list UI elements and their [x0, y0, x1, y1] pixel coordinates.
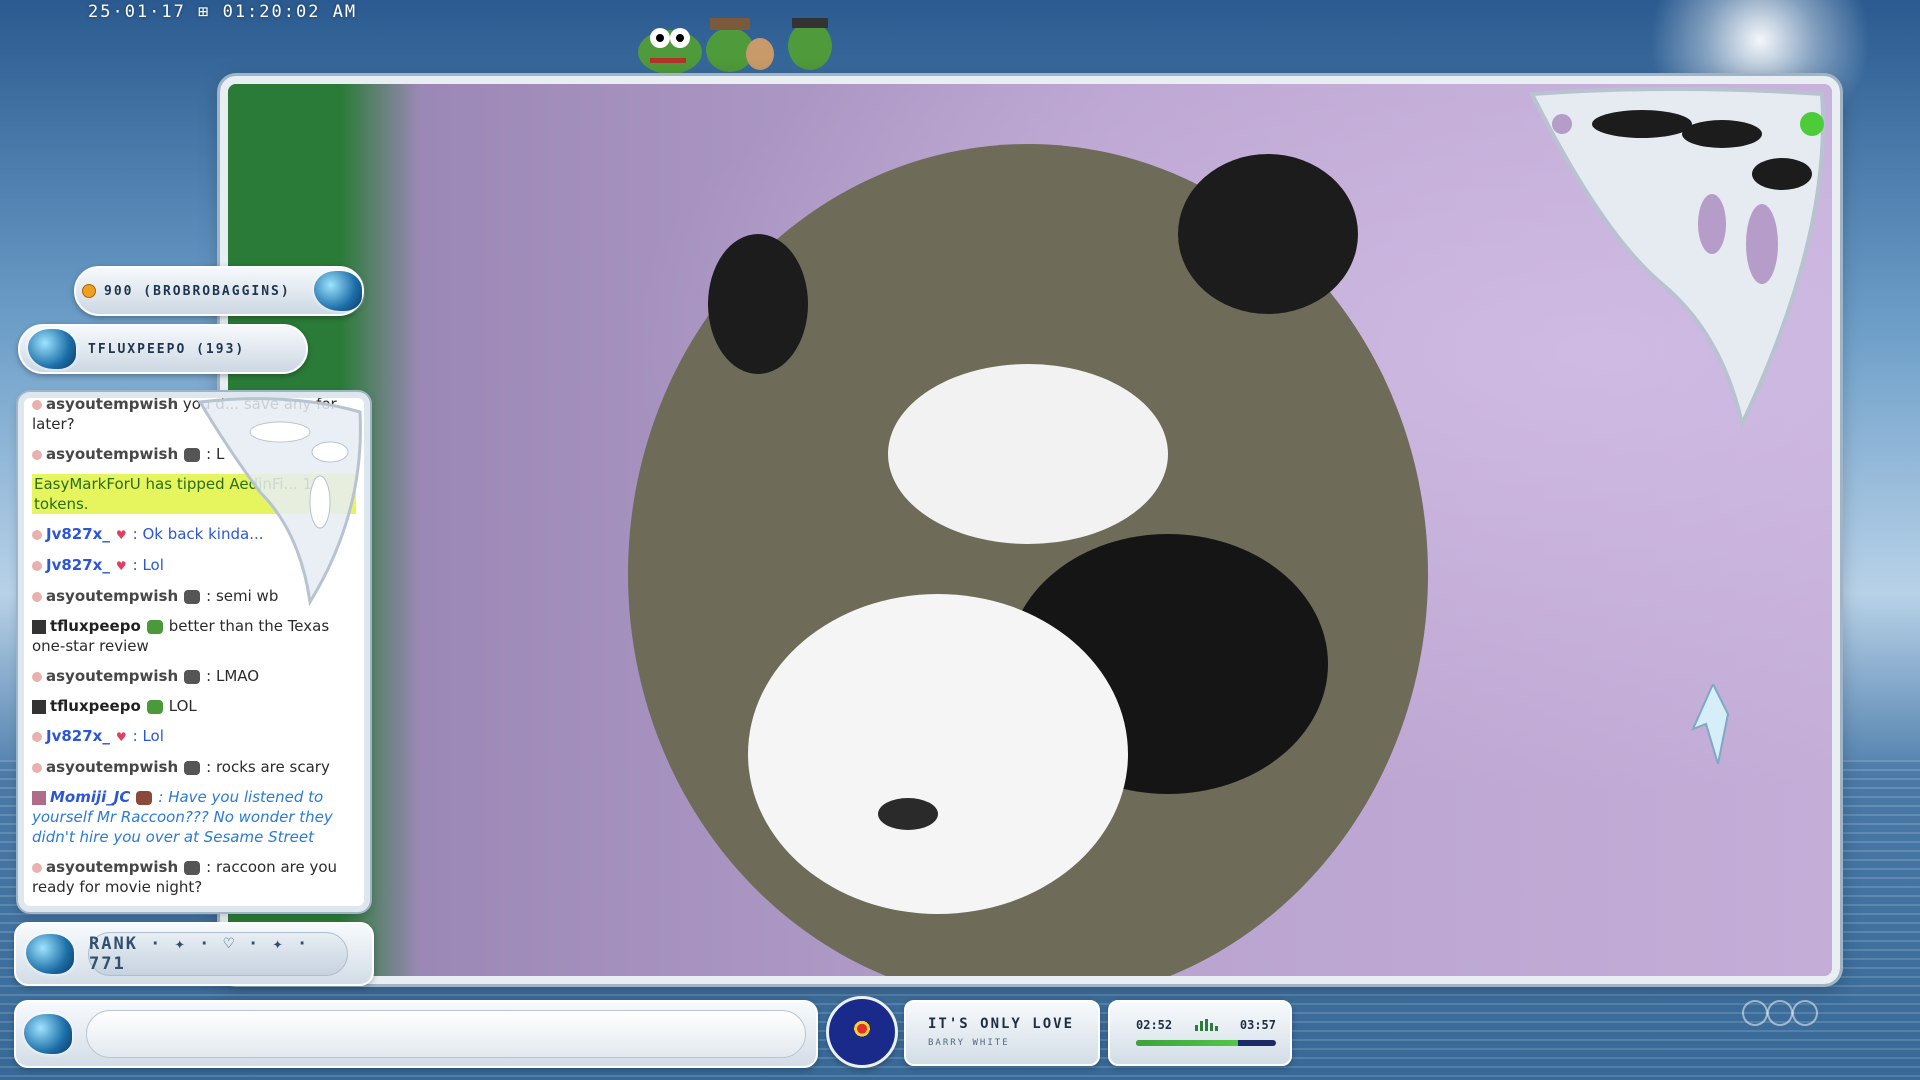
user-badge-icon: [32, 862, 42, 873]
avatar-icon: [32, 619, 46, 634]
user-badge-icon: [32, 560, 42, 571]
gem-icon: [314, 271, 362, 311]
now-playing: IT'S ONLY LOVE BARRY WHITE: [904, 1000, 1100, 1066]
chat-username[interactable]: asyoutempwish: [46, 758, 178, 776]
bottom-bar: [14, 1000, 818, 1068]
heart-icon: ♥: [115, 559, 127, 573]
chat-username[interactable]: asyoutempwish: [46, 667, 178, 685]
chat-text: : Lol: [132, 556, 164, 574]
timestamp: 25·01·17 ⊞ 01:20:02 AM: [88, 2, 358, 22]
user-badge-icon: [32, 529, 42, 540]
tip-notification: EasyMarkForU has tipped AedjnFi... 15 to…: [32, 474, 356, 514]
chat-message: Momiji_JC: Have you listened to yourself…: [32, 787, 356, 847]
chat-message: asyoutempwish : rocks are scary: [32, 757, 356, 777]
chat-username[interactable]: Jv827x_: [46, 727, 110, 745]
emote-icon: [184, 447, 201, 462]
progress-bar: [1136, 1040, 1276, 1046]
user-badge-icon: [32, 762, 42, 773]
video-frame: [220, 76, 1840, 984]
chat-username[interactable]: asyoutempwish: [46, 858, 178, 876]
coin-icon: [82, 284, 96, 298]
progress-fill: [1136, 1040, 1239, 1046]
equalizer-icon: [1194, 1019, 1218, 1031]
user-badge-icon: [32, 731, 42, 742]
user-badge-icon: [32, 671, 42, 682]
crystal-hand-icon: [1691, 684, 1730, 765]
song-artist: BARRY WHITE: [928, 1038, 1010, 1048]
avatar-icon: [32, 790, 46, 805]
song-title: IT'S ONLY LOVE: [928, 1016, 1075, 1032]
gem-icon: [28, 329, 76, 369]
chat-message: asyoutempwish : L: [32, 444, 356, 464]
message-input[interactable]: [86, 1010, 806, 1058]
chat-message: tfluxpeepo better than the Texas one-star…: [32, 616, 356, 656]
emote-icon: [146, 699, 163, 714]
decorative-circles-icon: [1742, 1000, 1818, 1026]
chat-message: asyoutempwish : LMAO: [32, 666, 356, 686]
chat-text: : rocks are scary: [206, 758, 330, 776]
recent-tipper-alert: TFLUXPEEPO (193): [18, 324, 308, 374]
chat-username[interactable]: tfluxpeepo: [50, 697, 141, 715]
user-badge-icon: [32, 591, 42, 602]
rank-label: RANK · ✦ · ♡ · ✦ · 771: [88, 932, 348, 976]
gem-icon: [26, 934, 74, 974]
chat-username[interactable]: Jv827x_: [46, 525, 110, 543]
total-time: 03:57: [1239, 1018, 1276, 1032]
top-tipper-text: 900 (BROBROBAGGINS): [104, 283, 291, 299]
emote-icon: [136, 790, 153, 805]
emote-icon: [146, 619, 163, 634]
emote-icon: [184, 589, 201, 604]
chat-username[interactable]: asyoutempwish: [46, 398, 178, 413]
chat-text: : LMAO: [206, 667, 260, 685]
chat-panel[interactable]: asyoutempwish you d... save any for late…: [18, 392, 370, 912]
chat-username[interactable]: Momiji_JC: [50, 788, 130, 806]
chat-username[interactable]: asyoutempwish: [46, 587, 178, 605]
emote-icon: [184, 760, 201, 775]
chat-text: : Ok back kinda...: [132, 525, 264, 543]
gem-icon: [24, 1014, 72, 1054]
chat-text: LOL: [168, 697, 197, 715]
album-art: [826, 996, 898, 1068]
heart-icon: ♥: [115, 528, 127, 542]
chat-message: Jv827x_ ♥ : Lol: [32, 726, 356, 747]
chat-text: : L: [206, 445, 225, 463]
heart-icon: ♥: [115, 730, 127, 744]
rank-panel: RANK · ✦ · ♡ · ✦ · 771: [14, 922, 374, 986]
elapsed-time: 02:52: [1136, 1018, 1173, 1032]
top-tipper-alert: 900 (BROBROBAGGINS): [74, 266, 364, 316]
raccoon-plush-video: [628, 144, 1428, 976]
chat-username[interactable]: Jv827x_: [46, 556, 110, 574]
chat-text: : Lol: [132, 727, 164, 745]
emote-icon: [184, 860, 201, 875]
chat-message: asyoutempwish: raccoon are you ready for…: [32, 857, 356, 897]
butterfly-frame-decoration: [1528, 87, 1825, 431]
avatar-icon: [32, 699, 46, 714]
pepe-emotes: [638, 18, 832, 74]
user-badge-icon: [32, 449, 42, 460]
chat-username[interactable]: asyoutempwish: [46, 445, 178, 463]
emote-icon: [184, 669, 201, 684]
playback-time: 02:52 03:57: [1108, 1000, 1292, 1066]
user-badge-icon: [32, 399, 42, 410]
chat-message: Jv827x_ ♥ : Ok back kinda...: [32, 524, 356, 545]
chat-text: : semi wb: [206, 587, 279, 605]
chat-message: asyoutempwish you d... save any for late…: [32, 398, 356, 434]
recent-tipper-text: TFLUXPEEPO (193): [88, 341, 246, 357]
chat-message: tfluxpeepo LOL: [32, 696, 356, 716]
chat-message: Jv827x_ ♥ : Lol: [32, 555, 356, 576]
chat-message: asyoutempwish : semi wb: [32, 586, 356, 606]
chat-username[interactable]: tfluxpeepo: [50, 617, 141, 635]
